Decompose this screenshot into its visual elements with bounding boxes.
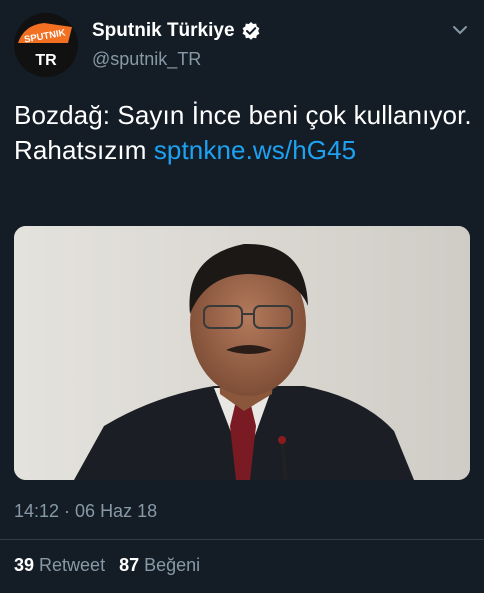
tweet-media-image[interactable]: [14, 226, 470, 480]
account-handle[interactable]: @sputnik_TR: [92, 49, 201, 70]
tweet-text: Bozdağ: Sayın İnce beni çok kullanıyor. …: [14, 98, 474, 168]
account-name-row[interactable]: Sputnik Türkiye: [92, 20, 261, 42]
tweet-link[interactable]: sptnkne.ws/hG45: [154, 135, 356, 165]
tweet-stats: 39 Retweet 87 Beğeni: [14, 555, 214, 576]
retweet-count[interactable]: 39: [14, 555, 34, 576]
verified-badge-icon: [241, 21, 261, 41]
sputnik-logo: SPUTNIK TR: [14, 13, 78, 77]
avatar-text-bottom: TR: [35, 52, 57, 69]
like-count[interactable]: 87: [119, 555, 139, 576]
portrait-photo: [14, 226, 470, 480]
chevron-down-icon[interactable]: [452, 24, 468, 36]
avatar[interactable]: SPUTNIK TR: [14, 13, 78, 77]
divider: [0, 539, 484, 540]
tweet-timestamp[interactable]: 14:12 · 06 Haz 18: [14, 501, 157, 522]
account-name[interactable]: Sputnik Türkiye: [92, 20, 235, 42]
like-label[interactable]: Beğeni: [144, 555, 200, 576]
retweet-label[interactable]: Retweet: [39, 555, 105, 576]
